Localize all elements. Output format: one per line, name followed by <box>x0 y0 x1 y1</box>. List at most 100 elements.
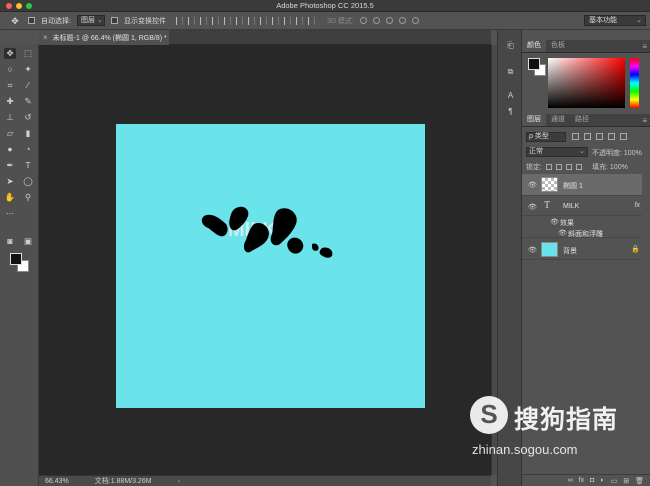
blend-mode-dropdown[interactable]: 正常 <box>526 147 588 157</box>
marquee-tool-icon[interactable]: ⬚ <box>22 48 34 59</box>
brush-tool-icon[interactable]: ✎ <box>22 96 34 107</box>
pan-3d-icon[interactable] <box>385 17 393 24</box>
fill-value[interactable]: 100% <box>610 164 628 171</box>
move-tool-icon[interactable]: ✥ <box>4 48 16 59</box>
tab-channels[interactable]: 通道 <box>546 114 570 126</box>
auto-select-checkbox[interactable] <box>28 17 35 24</box>
fx-icon[interactable]: fx <box>579 477 584 484</box>
distribute-hcenter-icon[interactable] <box>295 16 303 25</box>
lock-transparent-icon[interactable] <box>545 164 552 170</box>
lock-pixels-icon[interactable] <box>555 164 562 170</box>
hue-slider[interactable] <box>630 58 639 108</box>
layer-row-milk[interactable]: 👁 T MILK fx <box>522 198 642 216</box>
layer-filter-dropdown[interactable]: ρ 类型 <box>526 132 566 142</box>
filter-type-icon[interactable] <box>596 133 603 140</box>
cow-spot-shapes[interactable]: MILK <box>116 124 425 408</box>
show-transform-checkbox[interactable] <box>110 17 118 24</box>
align-top-icon[interactable] <box>175 16 183 25</box>
adjustment-icon[interactable]: ◐ <box>600 477 604 484</box>
panel-foreground-swatch[interactable] <box>528 58 540 70</box>
align-left-icon[interactable] <box>211 16 219 25</box>
effects-row[interactable]: 👁 效果 <box>522 216 642 227</box>
layer-row-background[interactable]: 👁 背景 🔒 <box>522 240 642 260</box>
opacity-value[interactable]: 100% <box>624 150 642 157</box>
zoom-tool-icon[interactable]: ⚲ <box>22 192 34 203</box>
align-bottom-icon[interactable] <box>199 16 207 25</box>
screen-mode-icon[interactable]: ▣ <box>22 236 34 247</box>
distribute-vcenter-icon[interactable] <box>259 16 267 25</box>
close-tab-icon[interactable]: × <box>43 33 48 42</box>
panel-menu-icon[interactable]: ≡ <box>642 42 647 51</box>
bevel-effect-row[interactable]: 👁 斜面和浮雕 <box>522 227 642 238</box>
align-hcenter-icon[interactable] <box>223 16 231 25</box>
paragraph-panel-icon[interactable]: ¶ <box>505 106 516 117</box>
document-tab[interactable]: × 未标题-1 @ 66.4% (椭圆 1, RGB/8) * <box>39 30 169 45</box>
ellipse-tool-icon[interactable]: ◯ <box>22 176 34 187</box>
bevel-eye-icon[interactable]: 👁 <box>558 229 567 237</box>
tab-paths[interactable]: 路径 <box>570 114 594 126</box>
lock-position-icon[interactable] <box>565 164 572 170</box>
properties-panel-icon[interactable]: ⧉ <box>505 66 516 77</box>
new-layer-icon[interactable]: ⊞ <box>623 477 629 485</box>
filter-adjustment-icon[interactable] <box>584 133 591 140</box>
mask-icon[interactable]: ◘ <box>590 477 594 484</box>
blur-tool-icon[interactable]: ● <box>4 144 16 155</box>
lasso-tool-icon[interactable]: ○ <box>4 64 16 75</box>
tab-color[interactable]: 颜色 <box>522 40 546 52</box>
fill-control[interactable]: 填充: 100% <box>592 162 628 172</box>
healing-tool-icon[interactable]: ✚ <box>4 96 16 107</box>
distribute-left-icon[interactable] <box>283 16 291 25</box>
character-panel-icon[interactable]: A <box>505 90 516 101</box>
crop-tool-icon[interactable]: ⌗ <box>4 80 16 91</box>
filter-smart-icon[interactable] <box>620 133 627 140</box>
align-right-icon[interactable] <box>235 16 243 25</box>
visibility-eye-icon[interactable]: 👁 <box>528 181 537 189</box>
filter-shape-icon[interactable] <box>608 133 615 140</box>
orbit-3d-icon[interactable] <box>359 17 367 24</box>
slide-3d-icon[interactable] <box>398 17 406 24</box>
workspace-dropdown[interactable]: 基本功能 <box>584 15 646 26</box>
trash-icon[interactable]: 🗑 <box>635 477 644 485</box>
type-tool-icon[interactable]: T <box>22 160 34 171</box>
filter-pixel-icon[interactable] <box>572 133 579 140</box>
layer-fx-badge[interactable]: fx <box>635 202 640 209</box>
auto-select-dropdown[interactable]: 图层 <box>76 15 105 26</box>
link-icon[interactable]: ∞ <box>568 477 573 484</box>
dodge-tool-icon[interactable]: ◔ <box>22 144 34 155</box>
magic-wand-tool-icon[interactable]: ✦ <box>22 64 34 75</box>
visibility-eye-icon[interactable]: 👁 <box>528 203 537 211</box>
tab-layers[interactable]: 图层 <box>522 114 546 126</box>
align-vcenter-icon[interactable] <box>187 16 195 25</box>
status-menu-arrow-icon[interactable]: › <box>178 478 180 485</box>
pen-tool-icon[interactable]: ✒ <box>4 160 16 171</box>
foreground-color-swatch[interactable] <box>10 253 22 265</box>
visibility-eye-icon[interactable]: 👁 <box>528 246 537 254</box>
move-tool-icon[interactable]: ✥ <box>8 15 22 27</box>
zoom-level[interactable]: 66.43% <box>45 478 69 485</box>
distribute-right-icon[interactable] <box>307 16 315 25</box>
lock-all-icon[interactable] <box>575 164 582 170</box>
color-picker-field[interactable] <box>548 58 625 108</box>
hand-tool-icon[interactable]: ✋ <box>4 192 16 203</box>
distribute-top-icon[interactable] <box>247 16 255 25</box>
history-brush-tool-icon[interactable]: ↺ <box>22 112 34 123</box>
opacity-control[interactable]: 不透明度: 100% <box>592 148 642 158</box>
history-panel-icon[interactable]: ⎗ <box>505 40 516 51</box>
stamp-tool-icon[interactable]: ⊥ <box>4 112 16 123</box>
document-canvas[interactable]: MILK <box>116 124 425 408</box>
folder-icon[interactable]: ▭ <box>611 477 618 485</box>
gradient-tool-icon[interactable]: ▮ <box>22 128 34 139</box>
eraser-tool-icon[interactable]: ▱ <box>4 128 16 139</box>
layer-row-ellipse[interactable]: 👁 椭圆 1 <box>522 174 642 196</box>
effects-eye-icon[interactable]: 👁 <box>550 218 559 226</box>
tab-swatches[interactable]: 色板 <box>546 40 570 52</box>
quick-mask-icon[interactable]: ◙ <box>4 236 16 247</box>
layers-menu-icon[interactable]: ≡ <box>642 116 647 125</box>
eyedropper-tool-icon[interactable]: ⁄ <box>22 80 34 91</box>
path-selection-tool-icon[interactable]: ➤ <box>4 176 16 187</box>
scale-3d-icon[interactable] <box>411 17 419 24</box>
canvas-workspace[interactable]: MILK <box>39 45 491 475</box>
roll-3d-icon[interactable] <box>372 17 380 24</box>
more-tools-icon[interactable]: ⋯ <box>4 208 16 219</box>
distribute-bottom-icon[interactable] <box>271 16 279 25</box>
